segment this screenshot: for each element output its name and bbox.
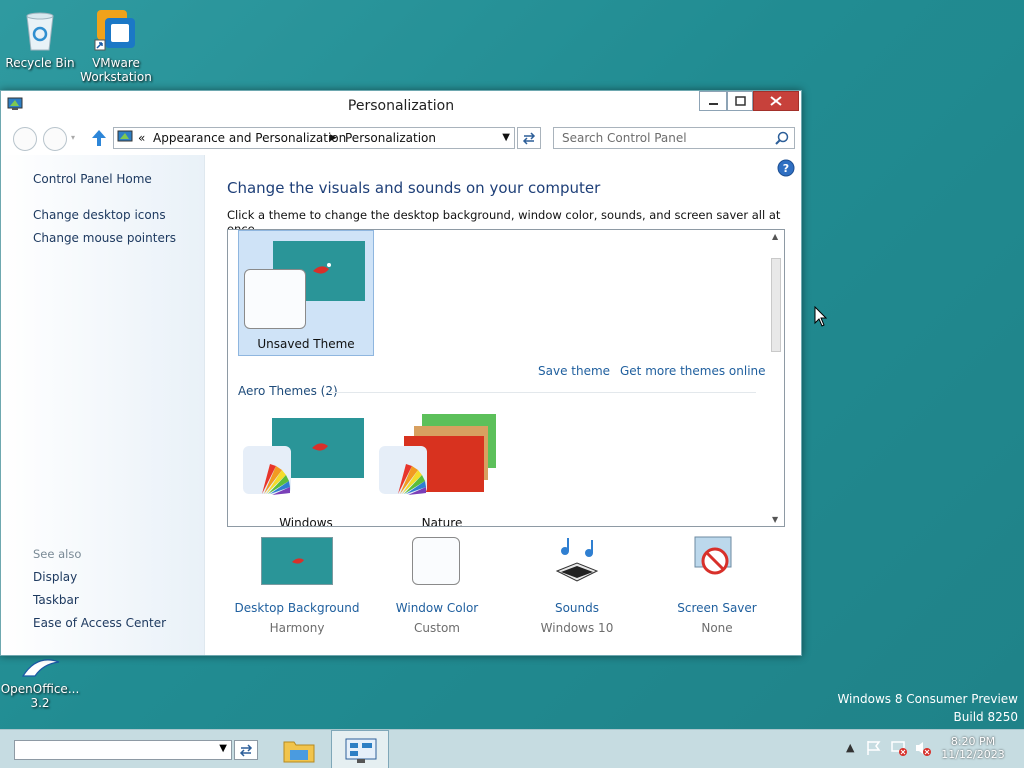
volume-muted-icon[interactable] [914, 740, 932, 759]
setting-name: Sounds [554, 601, 600, 615]
desktop-icon-openoffice[interactable]: OpenOffice... 3.2 [0, 656, 80, 710]
network-disconnected-icon[interactable] [890, 740, 908, 759]
help-icon: ? [777, 159, 795, 177]
sounds-icon [551, 535, 603, 588]
setting-value: Windows 10 [540, 621, 614, 635]
sidebar: Control Panel Home Change desktop icons … [1, 155, 205, 655]
section-divider [328, 392, 756, 393]
setting-value: Custom [414, 621, 460, 635]
clock-time: 8:20 PM [950, 735, 996, 748]
window-color-swatch [412, 537, 460, 585]
breadcrumb-overflow[interactable]: « [138, 128, 145, 148]
address-bar: ▾ « Appearance and Personalization ▶ Per… [1, 119, 801, 155]
refresh-icon [239, 744, 253, 757]
desktop-icon-label: Recycle Bin [5, 56, 75, 70]
main-content: ? Change the visuals and sounds on your … [205, 155, 801, 655]
scroll-down-icon[interactable]: ▼ [772, 515, 778, 524]
openoffice-icon [17, 656, 63, 678]
theme-label: Windows [279, 516, 333, 527]
taskbar-control-panel[interactable] [331, 730, 389, 768]
system-clock[interactable]: 8:20 PM 11/12/2023 [940, 735, 1006, 761]
breadcrumb-item-personalization[interactable]: Personalization [345, 128, 436, 148]
action-center-flag-icon[interactable] [866, 740, 882, 759]
theme-gallery: Unsaved Theme Save theme Get more themes… [227, 229, 785, 527]
desktop-icon-vmware[interactable]: VMware Workstation [76, 6, 156, 84]
setting-name: Desktop Background [234, 601, 360, 615]
forward-button[interactable] [43, 127, 67, 151]
scrollbar-thumb[interactable] [771, 258, 781, 352]
color-palette-icon [394, 458, 434, 501]
setting-name: Window Color [395, 601, 479, 615]
vmware-icon [93, 6, 139, 52]
breadcrumb-separator-icon[interactable]: ▶ [330, 128, 337, 148]
refresh-icon [522, 132, 536, 145]
mouse-cursor-icon [814, 305, 828, 331]
sidebar-item-ease-of-access[interactable]: Ease of Access Center [33, 616, 166, 630]
desktop-icon-label: VMware Workstation [80, 56, 152, 84]
scroll-up-icon[interactable]: ▲ [772, 232, 778, 241]
minimize-button[interactable] [699, 91, 727, 111]
svg-text:?: ? [783, 162, 789, 175]
back-button[interactable] [13, 127, 37, 151]
theme-window-color-preview [244, 269, 306, 329]
theme-label: Nature [421, 516, 463, 527]
theme-unsaved[interactable]: Unsaved Theme [238, 230, 374, 356]
recent-pages-chevron-icon[interactable]: ▾ [71, 133, 75, 142]
see-also-heading: See also [33, 547, 82, 561]
close-button[interactable] [753, 91, 799, 111]
close-icon [770, 96, 782, 106]
screen-saver-icon [691, 533, 743, 588]
aero-themes-heading: Aero Themes (2) [238, 384, 338, 398]
address-dropdown-icon[interactable]: ▼ [502, 128, 510, 148]
setting-name: Screen Saver [677, 601, 757, 615]
theme-windows[interactable]: Windows [238, 412, 374, 527]
control-panel-icon [117, 130, 133, 150]
gallery-scrollbar[interactable]: ▲ ▼ [768, 230, 784, 526]
page-title: Change the visuals and sounds on your co… [227, 179, 601, 197]
taskbar: ▼ ▲ 8:20 PM 11/12/2023 [0, 729, 1024, 768]
breadcrumb[interactable]: « Appearance and Personalization ▶ Perso… [113, 127, 515, 149]
theme-label: Unsaved Theme [257, 337, 355, 351]
taskbar-go-button[interactable] [234, 740, 258, 760]
personalization-window: Personalization ▾ « Appearance and Perso… [0, 90, 802, 656]
file-explorer-icon [282, 736, 316, 767]
title-bar[interactable]: Personalization [1, 91, 801, 119]
sidebar-item-display[interactable]: Display [33, 570, 77, 584]
taskbar-address-input[interactable]: ▼ [14, 740, 232, 760]
search-icon[interactable] [775, 131, 789, 148]
show-hidden-icons-chevron-icon[interactable]: ▲ [846, 741, 854, 754]
taskbar-file-explorer[interactable] [270, 730, 328, 768]
maximize-button[interactable] [727, 91, 753, 111]
watermark-edition: Windows 8 Consumer Preview [837, 692, 1018, 706]
up-arrow-icon[interactable] [91, 129, 107, 150]
build-watermark: Windows 8 Consumer Preview Build 8250 [837, 690, 1018, 726]
sidebar-item-taskbar[interactable]: Taskbar [33, 593, 79, 607]
get-more-themes-link[interactable]: Get more themes online [620, 364, 766, 378]
recycle-bin-icon [17, 6, 63, 52]
control-panel-icon [344, 737, 378, 768]
setting-value: None [701, 621, 733, 635]
help-button[interactable]: ? [777, 159, 795, 180]
setting-value: Harmony [269, 621, 325, 635]
desktop-background-thumbnail [261, 537, 333, 585]
color-palette-icon [258, 458, 298, 501]
sidebar-item-change-mouse-pointers[interactable]: Change mouse pointers [33, 231, 176, 245]
desktop-icon-label: OpenOffice... 3.2 [0, 682, 80, 710]
clock-date: 11/12/2023 [941, 748, 1005, 761]
sidebar-item-control-panel-home[interactable]: Control Panel Home [33, 172, 152, 186]
desktop-icon-recycle-bin[interactable]: Recycle Bin [0, 6, 80, 70]
refresh-button[interactable] [517, 127, 541, 149]
window-title: Personalization [347, 98, 455, 114]
sidebar-item-change-desktop-icons[interactable]: Change desktop icons [33, 208, 166, 222]
save-theme-link[interactable]: Save theme [538, 364, 610, 378]
breadcrumb-item-appearance[interactable]: Appearance and Personalization [153, 128, 346, 148]
theme-nature[interactable]: Nature [374, 412, 510, 527]
address-dropdown-icon[interactable]: ▼ [219, 743, 227, 754]
watermark-build: Build 8250 [953, 710, 1018, 724]
search-input[interactable]: Search Control Panel [553, 127, 795, 149]
